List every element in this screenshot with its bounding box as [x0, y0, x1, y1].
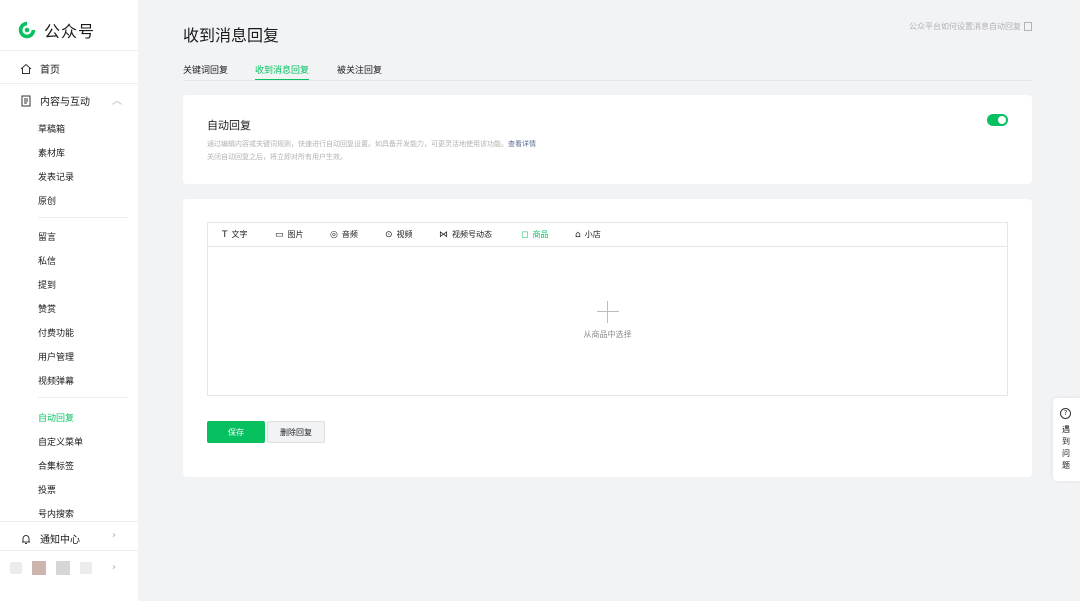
tool-image-label: 图片 — [287, 230, 304, 239]
tool-audio[interactable]: ◎ 音频 — [330, 229, 358, 240]
view-details-link[interactable]: 查看详情 — [508, 140, 536, 148]
page-title: 收到消息回复 — [183, 26, 280, 45]
editor-toolbar: T 文字 ▭ 图片 ◎ 音频 ⊙ 视频 ⋈ 视频号动态 ◻ 商品 ⌂ 小店 — [208, 223, 1007, 247]
product-select-area[interactable]: 从商品中选择 — [208, 247, 1007, 395]
tool-video-label: 视频 — [396, 230, 413, 239]
channels-icon: ⋈ — [439, 229, 448, 240]
sidebar-item-vote[interactable]: 投票 — [38, 483, 56, 496]
help-link[interactable]: 公众平台如何设置消息自动回复 — [909, 21, 1032, 32]
divider — [0, 83, 138, 84]
shopping-bag-icon: ◻ — [521, 229, 529, 240]
tool-shop[interactable]: ⌂ 小店 — [575, 229, 601, 240]
sidebar-item-drafts[interactable]: 草稿箱 — [38, 122, 65, 135]
document-icon — [21, 95, 31, 106]
sidebar-item-comments[interactable]: 留言 — [38, 230, 56, 243]
bell-icon — [22, 534, 30, 544]
divider — [0, 50, 138, 51]
tool-channels-label: 视频号动态 — [452, 230, 492, 239]
plus-icon[interactable] — [597, 301, 619, 323]
tool-image[interactable]: ▭ 图片 — [275, 229, 304, 240]
sidebar-item-mentions[interactable]: 提到 — [38, 278, 56, 291]
divider — [38, 397, 128, 398]
logo[interactable]: 公众号 — [16, 18, 95, 42]
auto-reply-desc: 通过编辑内容或关键词规则，快速进行自动回复设置。如具备开发能力，可更灵活地使用该… — [207, 139, 536, 149]
tab-keyword-reply[interactable]: 关键词回复 — [183, 63, 228, 79]
toggle-knob — [998, 116, 1006, 124]
select-product-label: 从商品中选择 — [583, 330, 632, 339]
video-icon: ⊙ — [385, 229, 393, 240]
wechat-mp-logo-icon — [18, 21, 36, 39]
nav-content[interactable]: 内容与互动 — [20, 93, 90, 108]
tool-text[interactable]: T 文字 — [222, 229, 248, 240]
tool-shop-label: 小店 — [584, 230, 601, 239]
brand-name: 公众号 — [44, 22, 96, 41]
save-button[interactable]: 保存 — [207, 421, 265, 443]
auto-reply-card: 自动回复 通过编辑内容或关键词规则，快速进行自动回复设置。如具备开发能力，可更灵… — [183, 95, 1032, 184]
reply-editor: T 文字 ▭ 图片 ◎ 音频 ⊙ 视频 ⋈ 视频号动态 ◻ 商品 ⌂ 小店 从商品中选择 — [207, 222, 1008, 396]
sidebar-item-messages[interactable]: 私信 — [38, 254, 56, 267]
chevron-right-icon[interactable]: › — [112, 530, 116, 541]
shop-icon: ⌂ — [575, 229, 581, 240]
auto-reply-toggle[interactable] — [987, 114, 1008, 126]
auto-reply-desc-text: 通过编辑内容或关键词规则，快速进行自动回复设置。如具备开发能力，可更灵活地使用该… — [207, 140, 508, 148]
help-float-button[interactable]: ? 遇到问题 — [1053, 398, 1080, 481]
sidebar-item-danmaku[interactable]: 视频弹幕 — [38, 374, 74, 387]
sidebar-item-original[interactable]: 原创 — [38, 194, 56, 207]
doc-icon — [1024, 22, 1032, 31]
question-icon: ? — [1060, 408, 1071, 419]
avatar — [32, 561, 46, 575]
tool-video[interactable]: ⊙ 视频 — [385, 229, 413, 240]
auto-reply-note: 关闭自动回复之后，将立即对所有用户生效。 — [207, 153, 347, 161]
sidebar-item-custom-menu[interactable]: 自定义菜单 — [38, 435, 83, 448]
tab-follow-reply[interactable]: 被关注回复 — [337, 63, 382, 79]
sidebar-item-collections[interactable]: 合集标签 — [38, 459, 74, 472]
chevron-right-icon[interactable]: › — [112, 562, 116, 573]
tool-product[interactable]: ◻ 商品 — [521, 229, 548, 240]
help-link-text: 公众平台如何设置消息自动回复 — [909, 22, 1021, 31]
delete-reply-button[interactable]: 删除回复 — [267, 421, 325, 443]
chevron-up-icon[interactable]: ︿ — [112, 92, 122, 107]
nav-notify-label: 通知中心 — [40, 535, 80, 546]
home-icon — [20, 63, 32, 74]
sidebar-item-materials[interactable]: 素材库 — [38, 146, 65, 159]
sidebar-item-publish-records[interactable]: 发表记录 — [38, 170, 74, 183]
divider — [38, 217, 128, 218]
avatar-secondary — [56, 561, 70, 575]
audio-icon: ◎ — [330, 229, 338, 240]
text-icon: T — [222, 229, 228, 240]
tool-product-label: 商品 — [532, 230, 549, 239]
nav-home[interactable]: 首页 — [20, 61, 60, 76]
auto-reply-title: 自动回复 — [207, 119, 251, 132]
reply-editor-card: T 文字 ▭ 图片 ◎ 音频 ⊙ 视频 ⋈ 视频号动态 ◻ 商品 ⌂ 小店 从商品中选择 保存… — [183, 199, 1032, 477]
tool-channels[interactable]: ⋈ 视频号动态 — [439, 229, 492, 240]
tab-message-reply[interactable]: 收到消息回复 — [255, 63, 310, 80]
sidebar-item-rewards[interactable]: 赞赏 — [38, 302, 56, 315]
sidebar-item-auto-reply[interactable]: 自动回复 — [38, 411, 74, 424]
tool-audio-label: 音频 — [341, 230, 358, 239]
nav-home-label: 首页 — [40, 65, 60, 76]
sidebar-item-paid[interactable]: 付费功能 — [38, 326, 74, 339]
nav-content-label: 内容与互动 — [40, 97, 90, 108]
account-blur — [10, 562, 22, 574]
sidebar-item-search[interactable]: 号内搜索 — [38, 507, 74, 520]
account-name-blur — [80, 562, 92, 574]
nav-notify[interactable]: 通知中心 — [20, 531, 80, 546]
help-float-label: 遇到问题 — [1062, 425, 1070, 470]
sidebar: 公众号 首页 内容与互动 ︿ 草稿箱 素材库 发表记录 原创 留言 私信 提到 … — [0, 0, 138, 601]
sidebar-item-users[interactable]: 用户管理 — [38, 350, 74, 363]
divider — [0, 550, 138, 551]
tool-text-label: 文字 — [231, 230, 248, 239]
account-switcher[interactable] — [10, 561, 92, 575]
image-icon: ▭ — [275, 229, 284, 240]
tab-bar: 关键词回复 收到消息回复 被关注回复 — [183, 63, 1032, 81]
divider — [0, 521, 138, 522]
